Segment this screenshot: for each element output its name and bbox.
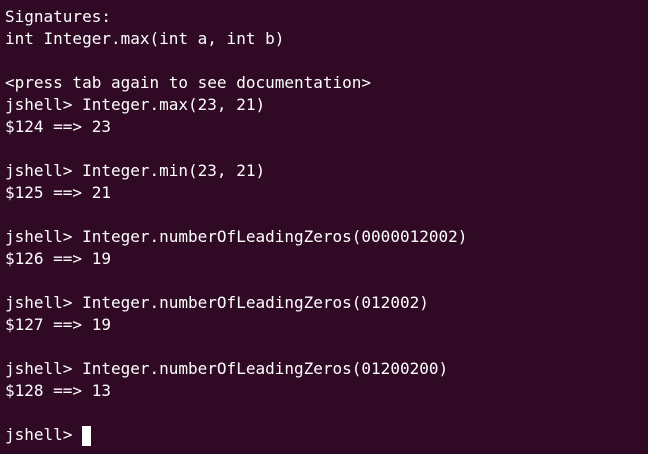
active-prompt-line[interactable]: jshell> [5,424,648,446]
command-line: jshell> Integer.max(23, 21) [5,95,266,114]
signature-line: int Integer.max(int a, int b) [5,29,285,48]
command-line: jshell> Integer.numberOfLeadingZeros(012… [5,293,429,312]
command-line: jshell> Integer.numberOfLeadingZeros(012… [5,359,449,378]
output-line: $128 ==> 13 [5,381,111,400]
terminal-window[interactable]: Signatures: int Integer.max(int a, int b… [0,0,648,454]
command-line: jshell> Integer.min(23, 21) [5,161,266,180]
command-line: jshell> Integer.numberOfLeadingZeros(000… [5,227,468,246]
text-cursor[interactable] [82,426,92,446]
signatures-header: Signatures: [5,7,111,26]
output-line: $126 ==> 19 [5,249,111,268]
output-line: $125 ==> 21 [5,183,111,202]
output-line: $127 ==> 19 [5,315,111,334]
output-line: $124 ==> 23 [5,117,111,136]
prompt-label: jshell> [5,425,83,444]
documentation-hint: <press tab again to see documentation> [5,73,372,92]
